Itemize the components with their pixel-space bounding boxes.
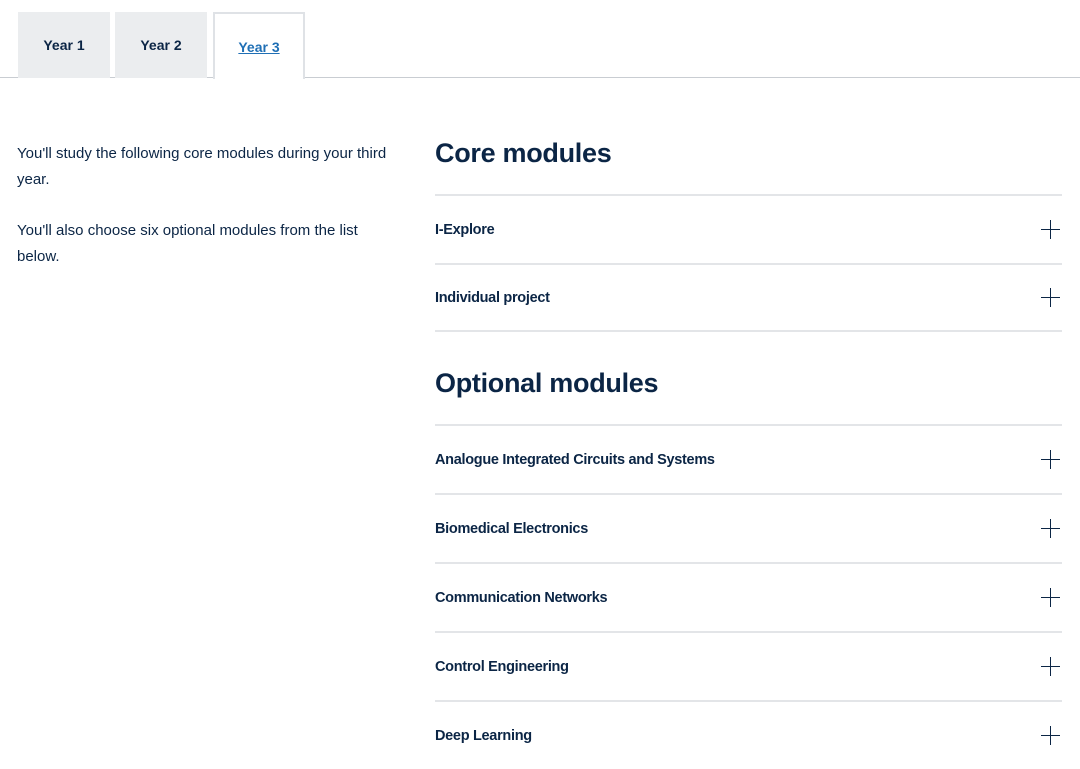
- module-label: Communication Networks: [435, 589, 608, 606]
- plus-icon[interactable]: [1041, 587, 1061, 608]
- core-modules-heading: Core modules: [435, 138, 612, 168]
- plus-icon[interactable]: [1041, 656, 1061, 677]
- module-accordion-i-explore[interactable]: I-Explore: [435, 194, 1062, 263]
- optional-modules-heading: Optional modules: [435, 368, 659, 398]
- plus-icon[interactable]: [1041, 287, 1061, 308]
- module-accordion-control-engineering[interactable]: Control Engineering: [435, 631, 1062, 700]
- plus-icon[interactable]: [1041, 725, 1061, 746]
- module-accordion-individual-project[interactable]: Individual project: [435, 263, 1062, 332]
- module-accordion-communication-networks[interactable]: Communication Networks: [435, 562, 1062, 631]
- year-tabs: Year 1 Year 2 Year 3: [0, 0, 1080, 79]
- plus-icon[interactable]: [1041, 518, 1061, 539]
- intro-paragraph-core: You'll study the following core modules …: [17, 145, 387, 188]
- tab-year-2-label: Year 2: [140, 37, 182, 53]
- plus-icon[interactable]: [1041, 219, 1061, 240]
- module-label: Biomedical Electronics: [435, 520, 588, 537]
- module-label: Individual project: [435, 289, 550, 306]
- plus-icon[interactable]: [1041, 449, 1061, 470]
- tab-year-2[interactable]: Year 2: [115, 12, 207, 78]
- module-accordion-analogue-integrated-circuits[interactable]: Analogue Integrated Circuits and Systems: [435, 424, 1062, 493]
- tab-year-3[interactable]: Year 3: [213, 12, 305, 79]
- tab-year-3-label: Year 3: [238, 38, 280, 55]
- module-label: I-Explore: [435, 221, 495, 238]
- module-label: Deep Learning: [435, 727, 532, 744]
- tab-year-1[interactable]: Year 1: [18, 12, 110, 78]
- intro-text: You'll study the following core modules …: [17, 141, 387, 295]
- module-accordion-deep-learning[interactable]: Deep Learning: [435, 700, 1062, 769]
- tab-year-1-label: Year 1: [43, 37, 85, 53]
- module-label: Analogue Integrated Circuits and Systems: [435, 451, 715, 468]
- intro-paragraph-optional: You'll also choose six optional modules …: [17, 222, 358, 265]
- module-label: Control Engineering: [435, 658, 569, 675]
- module-accordion-biomedical-electronics[interactable]: Biomedical Electronics: [435, 493, 1062, 562]
